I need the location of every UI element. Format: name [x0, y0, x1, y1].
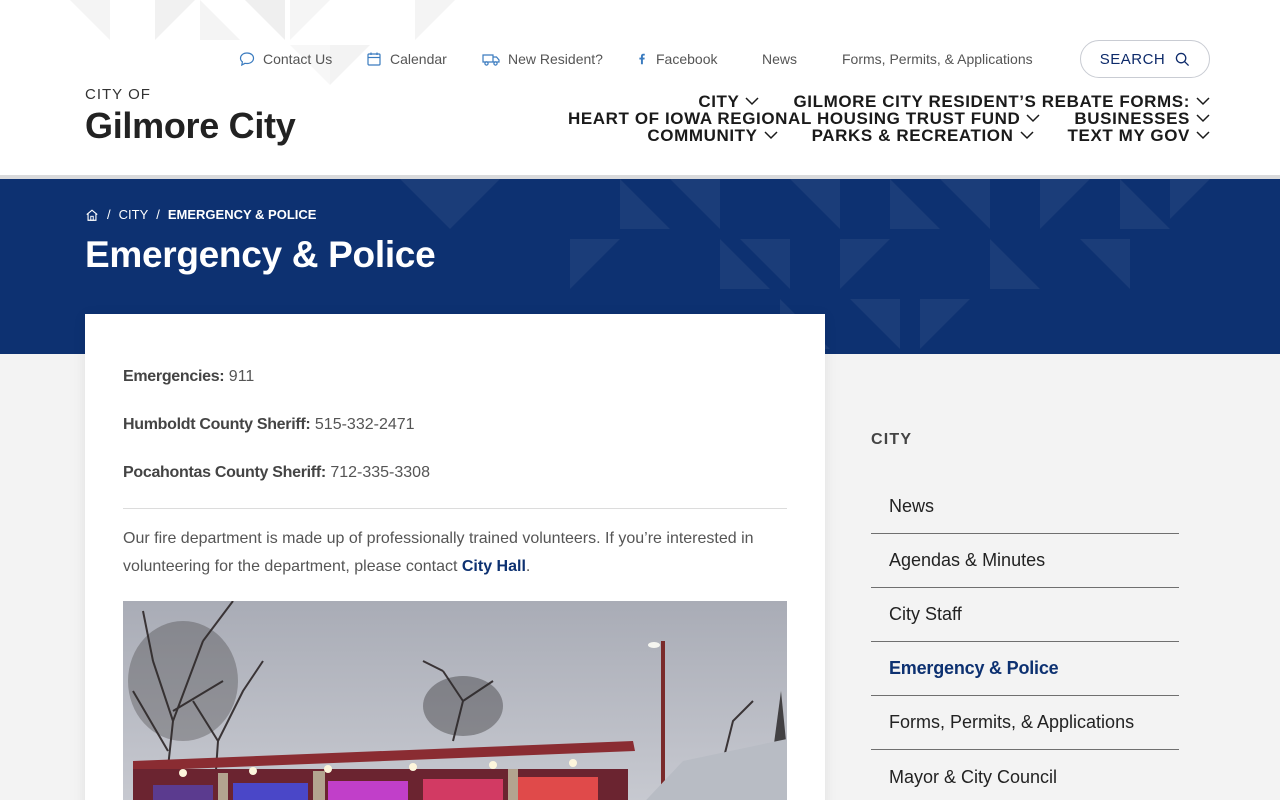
search-button[interactable]: SEARCH — [1080, 40, 1210, 78]
emergencies-line: Emergencies: 911 — [123, 368, 254, 386]
breadcrumb-separator: / — [107, 207, 111, 222]
humboldt-sheriff-label: Humboldt County Sheriff: — [123, 416, 311, 433]
nav-item-label: COMMUNITY — [647, 125, 758, 145]
fire-station-photo — [123, 601, 787, 800]
emergencies-number: 911 — [224, 368, 255, 385]
sidebar-item-news[interactable]: News — [871, 480, 1179, 534]
forms-link[interactable]: Forms, Permits, & Applications — [842, 51, 1033, 67]
calendar-label: Calendar — [390, 51, 447, 67]
breadcrumb-city[interactable]: CITY — [119, 207, 149, 222]
sidebar-nav: News Agendas & Minutes City Staff Emerge… — [871, 480, 1179, 800]
fire-department-paragraph: Our fire department is made up of profes… — [123, 525, 787, 581]
sidebar-item-forms-permits[interactable]: Forms, Permits, & Applications — [871, 696, 1179, 750]
nav-item-label: PARKS & RECREATION — [811, 125, 1014, 145]
pocahontas-sheriff-label: Pocahontas County Sheriff: — [123, 464, 326, 481]
chevron-down-icon — [1196, 114, 1210, 123]
content-divider — [123, 508, 787, 509]
pocahontas-sheriff-line: Pocahontas County Sheriff: 712-335-3308 — [123, 464, 430, 482]
nav-item-text-my-gov[interactable]: TEXT MY GOV — [1068, 126, 1210, 146]
search-icon — [1176, 52, 1190, 66]
sidebar-item-emergency-police[interactable]: Emergency & Police — [871, 642, 1179, 696]
pocahontas-sheriff-phone: 712-335-3308 — [325, 464, 430, 481]
chevron-down-icon — [1196, 131, 1210, 140]
new-resident-label: New Resident? — [508, 51, 603, 67]
moving-truck-icon — [482, 54, 500, 66]
facebook-link[interactable]: Facebook — [636, 51, 717, 67]
news-label: News — [762, 51, 798, 67]
news-link[interactable]: News — [762, 51, 797, 67]
chevron-down-icon — [1026, 114, 1040, 123]
site-header: Contact Us Calendar New Resident? Facebo… — [0, 0, 1280, 175]
page-title: Emergency & Police — [85, 234, 436, 275]
city-hall-link[interactable]: City Hall — [462, 558, 526, 575]
nav-item-parks-recreation[interactable]: PARKS & RECREATION — [812, 126, 1034, 146]
new-resident-link[interactable]: New Resident? — [482, 51, 603, 67]
chevron-down-icon — [745, 97, 759, 106]
breadcrumb-separator: / — [156, 207, 160, 222]
sidebar-heading: CITY — [871, 431, 913, 448]
facebook-icon — [639, 53, 645, 65]
logo-title: Gilmore City — [85, 105, 296, 146]
breadcrumb-current: EMERGENCY & POLICE — [167, 207, 317, 222]
facebook-label: Facebook — [656, 51, 718, 67]
humboldt-sheriff-line: Humboldt County Sheriff: 515-332-2471 — [123, 416, 415, 434]
paragraph-text: Our fire department is made up of profes… — [123, 530, 754, 575]
paragraph-end: . — [525, 558, 531, 575]
chevron-down-icon — [1019, 131, 1034, 140]
search-label: SEARCH — [1099, 50, 1166, 68]
forms-label: Forms, Permits, & Applications — [842, 51, 1033, 67]
chevron-down-icon — [1196, 97, 1210, 106]
sidebar-item-city-staff[interactable]: City Staff — [871, 588, 1179, 642]
nav-item-label: TEXT MY GOV — [1067, 125, 1190, 145]
utility-nav: Contact Us Calendar New Resident? Facebo… — [0, 40, 1280, 78]
contact-us-link[interactable]: Contact Us — [239, 51, 332, 67]
breadcrumb: / CITY / EMERGENCY & POLICE — [85, 207, 316, 222]
sidebar-item-agendas-minutes[interactable]: Agendas & Minutes — [871, 534, 1179, 588]
chevron-down-icon — [764, 131, 778, 140]
site-logo[interactable]: CITY OF Gilmore City — [85, 86, 296, 148]
main-nav: CITY GILMORE CITY RESIDENT’S REBATE FORM… — [510, 92, 1210, 146]
chat-bubble-icon — [239, 52, 255, 67]
content-card: Emergencies: 911 Humboldt County Sheriff… — [85, 314, 825, 800]
nav-item-community[interactable]: COMMUNITY — [647, 125, 778, 146]
calendar-link[interactable]: Calendar — [366, 51, 447, 67]
logo-subtitle: CITY OF — [85, 86, 151, 103]
calendar-icon — [367, 52, 381, 66]
home-icon[interactable] — [85, 208, 99, 222]
sidebar-item-mayor-council[interactable]: Mayor & City Council — [871, 750, 1179, 800]
emergencies-label: Emergencies: — [123, 368, 225, 385]
contact-us-label: Contact Us — [263, 51, 333, 67]
humboldt-sheriff-phone: 515-332-2471 — [310, 416, 415, 433]
